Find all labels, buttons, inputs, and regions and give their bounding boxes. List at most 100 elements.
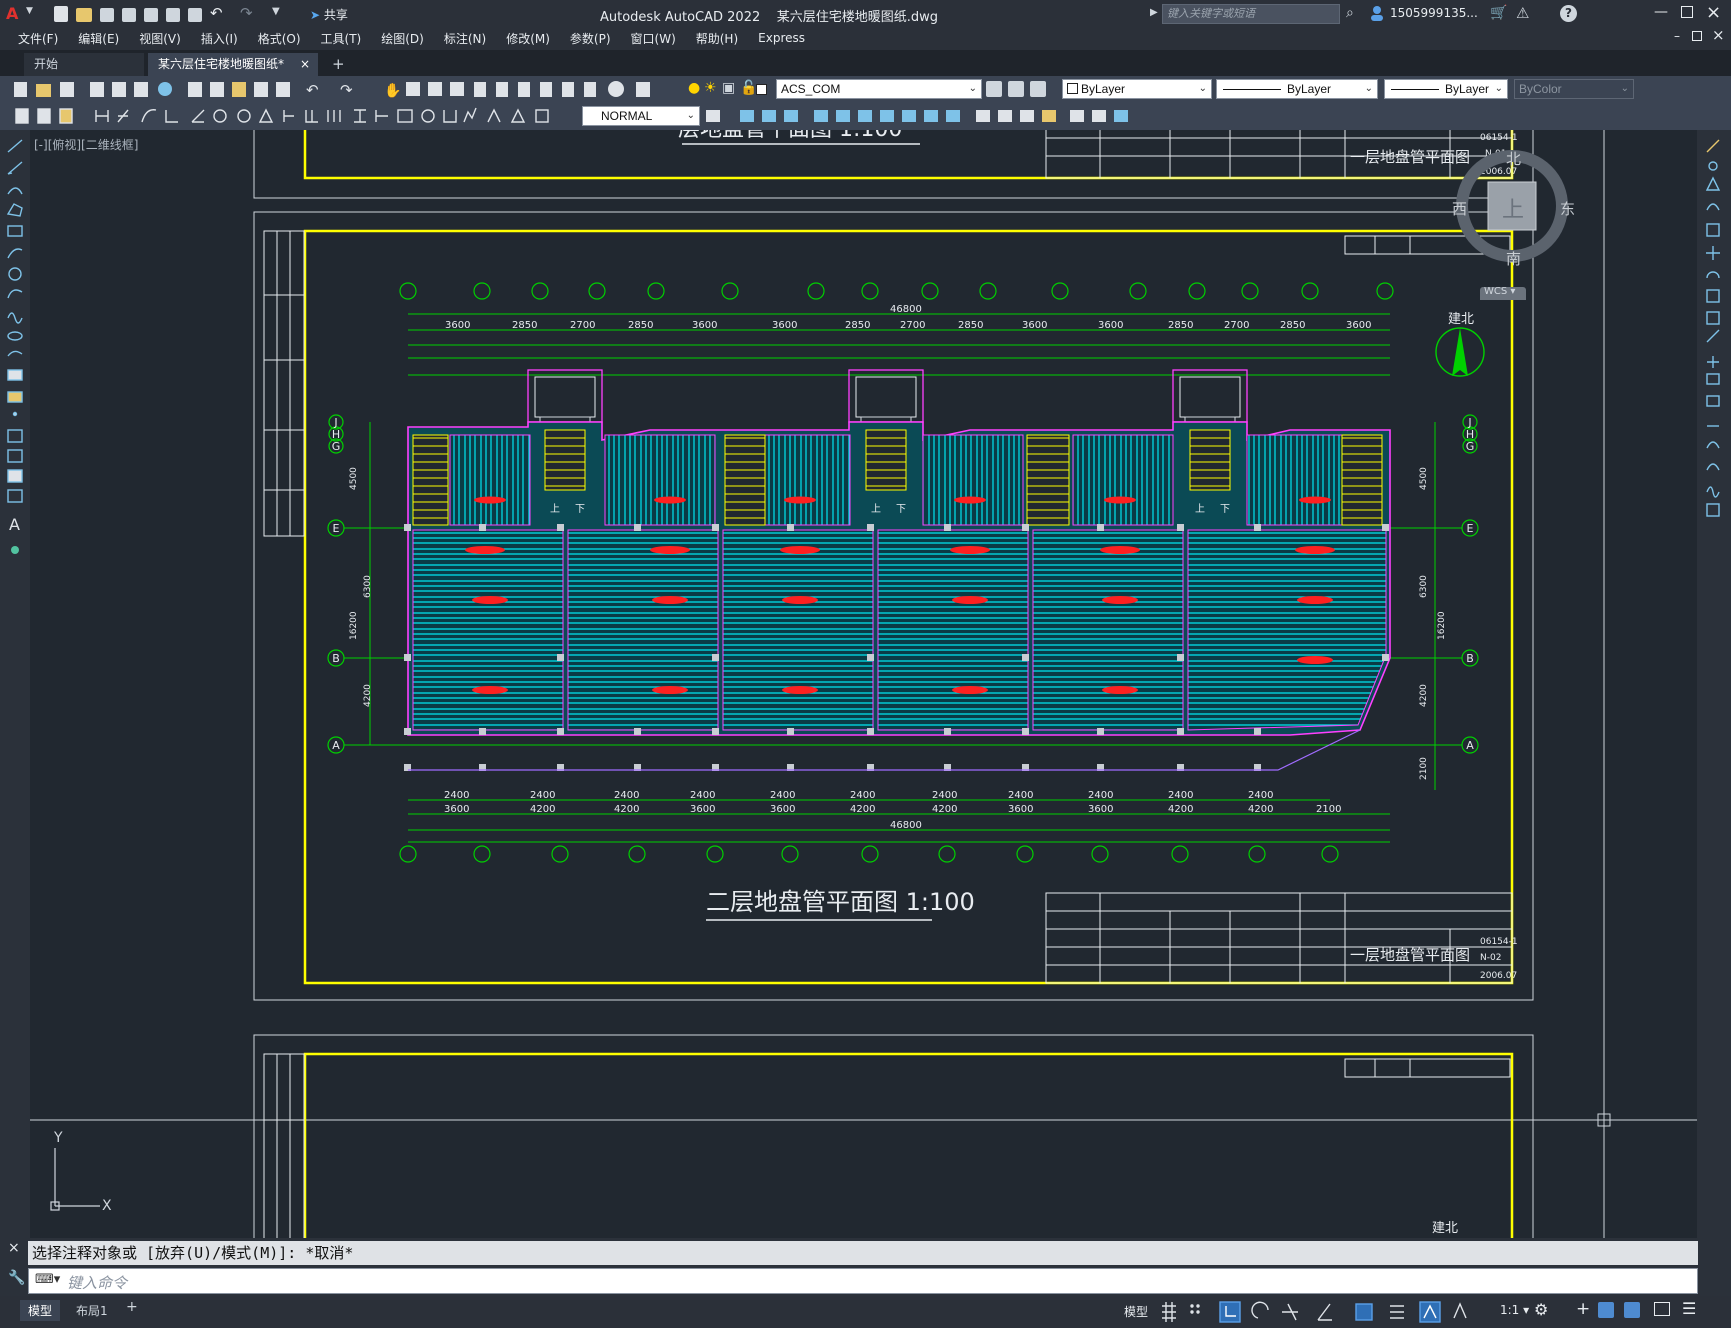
viewcube-east[interactable]: 东 [1560, 198, 1575, 219]
tab-start[interactable]: 开始 [24, 53, 144, 76]
cart-icon[interactable]: 🛒 [1490, 5, 1507, 21]
color-dropdown[interactable]: ByLayer ⌄ [1062, 79, 1212, 99]
help-button[interactable]: ? [1560, 5, 1577, 22]
layer-tools-icons[interactable] [986, 81, 1046, 99]
draw-tools-icons[interactable]: A [0, 130, 30, 590]
new-tab-button[interactable]: + [322, 53, 346, 76]
clean-screen-icon[interactable] [1654, 1302, 1670, 1316]
new-file-icon[interactable] [54, 6, 68, 22]
search-input[interactable]: 键入关键字或短语 [1162, 4, 1340, 24]
layer-state-icons[interactable]: ● ☀ ▣ 🔓 [686, 80, 767, 100]
redo-icon[interactable]: ↷ [240, 4, 253, 22]
menu-help[interactable]: 帮助(H) [696, 30, 738, 47]
user-account-button[interactable]: 1505999135... [1390, 6, 1478, 20]
svg-text:3600: 3600 [1022, 320, 1047, 331]
user-icon[interactable] [1370, 5, 1384, 21]
open-web-icon[interactable] [144, 8, 158, 22]
svg-text:B: B [332, 652, 340, 665]
dimstyle-dropdown[interactable]: NORMAL ⌄ [582, 106, 700, 126]
dimension-toolbar-icons[interactable] [6, 103, 576, 130]
menu-view[interactable]: 视图(V) [139, 30, 181, 47]
layout-tab-layout1[interactable]: 布局1 [68, 1300, 116, 1321]
wcs-menu[interactable]: WCS ▾ [1484, 286, 1515, 297]
customize-qat-icon[interactable]: ▼ [272, 6, 280, 17]
menu-window[interactable]: 窗口(W) [631, 30, 676, 47]
viewcube-south[interactable]: 南 [1506, 248, 1521, 269]
tab-close-icon[interactable]: × [300, 53, 310, 76]
svg-text:4200: 4200 [1248, 804, 1273, 815]
isolate-objects-icon[interactable] [1598, 1302, 1614, 1318]
svg-text:6300: 6300 [1419, 575, 1429, 598]
close-icon[interactable]: × [1706, 2, 1721, 23]
window-title: Autodesk AutoCAD 2022 某六层住宅楼地暖图纸.dwg [600, 6, 938, 25]
share-icon: ➤ [310, 8, 321, 22]
tab-drawing[interactable]: 某六层住宅楼地暖图纸* × [148, 53, 318, 76]
menu-dimension[interactable]: 标注(N) [444, 30, 486, 47]
menu-format[interactable]: 格式(O) [258, 30, 301, 47]
plotstyle-value: ByColor [1519, 82, 1562, 96]
svg-text:3600: 3600 [1008, 804, 1033, 815]
menu-file[interactable]: 文件(F) [18, 30, 58, 47]
minimize-icon[interactable]: — [1654, 4, 1668, 20]
annotation-scale[interactable]: 1:1 ▾ [1500, 1303, 1529, 1317]
svg-text:2400: 2400 [444, 790, 469, 801]
model-space-button[interactable]: 模型 [1124, 1303, 1148, 1320]
standard-toolbar-icons[interactable]: ↶ ↷ ✋ [6, 76, 676, 103]
save-web-icon[interactable] [166, 8, 180, 22]
workspace-gear-icon[interactable]: ⚙ [1534, 1300, 1548, 1319]
svg-text:16200: 16200 [349, 611, 359, 640]
draw-tool-palette: A [0, 130, 30, 1238]
plotstyle-dropdown[interactable]: ByColor ⌄ [1514, 79, 1634, 99]
menu-parameter[interactable]: 参数(P) [570, 30, 611, 47]
customize-menu-icon[interactable]: ☰ [1682, 1299, 1696, 1318]
command-prompt-icon[interactable]: ⌨▾ [35, 1272, 60, 1287]
viewcube-top-face[interactable]: 上 [1502, 192, 1524, 224]
open-file-icon[interactable] [76, 8, 92, 22]
doc-minimize-icon[interactable]: – [1674, 29, 1680, 43]
status-toggle-icons[interactable] [1158, 1296, 1731, 1328]
add-icon[interactable]: + [1576, 1299, 1590, 1319]
viewcube[interactable]: 北 南 西 东 上 WCS ▾ [1448, 140, 1578, 303]
share-button[interactable]: ➤ 共享 [310, 6, 348, 23]
autocad-logo-icon[interactable]: A [6, 6, 22, 22]
search-icon[interactable]: ⌕ [1346, 5, 1354, 21]
lineweight-dropdown[interactable]: ByLayer ⌄ [1384, 79, 1508, 99]
svg-text:4200: 4200 [850, 804, 875, 815]
menu-tools[interactable]: 工具(T) [321, 30, 362, 47]
viewcube-north[interactable]: 北 [1506, 148, 1521, 169]
hardware-acceleration-icon[interactable] [1624, 1302, 1640, 1318]
undo-icon[interactable]: ↶ [210, 4, 223, 22]
menu-draw[interactable]: 绘图(D) [381, 30, 424, 47]
viewcube-west[interactable]: 西 [1452, 198, 1467, 219]
menu-edit[interactable]: 编辑(E) [78, 30, 119, 47]
maximize-icon[interactable] [1681, 6, 1693, 18]
modify-tools-icons[interactable] [1697, 130, 1731, 560]
menu-modify[interactable]: 修改(M) [506, 30, 550, 47]
tab-drawing-label: 某六层住宅楼地暖图纸* [158, 57, 285, 71]
save-icon[interactable] [100, 8, 114, 22]
app-menu-chevron-icon[interactable]: ▼ [26, 6, 33, 16]
quick-access-toolbar: ↶ ↷ ▼ [50, 4, 300, 24]
svg-text:4200: 4200 [932, 804, 957, 815]
save-as-icon[interactable] [122, 8, 136, 22]
doc-restore-icon[interactable] [1692, 31, 1702, 41]
linetype-dropdown[interactable]: ByLayer ⌄ [1216, 79, 1378, 99]
autodesk-app-icon[interactable]: ⚠ [1516, 4, 1529, 22]
command-input[interactable]: ⌨▾ 键入命令 [28, 1268, 1698, 1294]
command-close-icon[interactable]: × [8, 1240, 20, 1256]
drawing-canvas[interactable]: [-][俯视][二维线框] 层地盘管平面图 1:100 一层地盘管平面图 N-0… [30, 130, 1697, 1238]
search-expand-icon[interactable]: ▶ [1150, 7, 1158, 18]
text-tool-icon[interactable]: A [9, 515, 20, 534]
menu-insert[interactable]: 插入(I) [201, 30, 238, 47]
doc-close-icon[interactable]: × [1712, 26, 1725, 44]
command-settings-icon[interactable]: 🔧 [8, 1270, 25, 1286]
main-date: 2006.07 [1480, 971, 1517, 981]
layer-dropdown[interactable]: ACS_COM ⌄ [776, 79, 982, 99]
modify-toolbar-icons[interactable] [704, 103, 1224, 130]
chevron-down-icon: ▾ [1510, 286, 1516, 297]
add-layout-button[interactable]: + [126, 1299, 138, 1315]
layout-tab-model[interactable]: 模型 [20, 1300, 61, 1321]
plot-icon[interactable] [188, 8, 202, 22]
dimstyle-value: NORMAL [601, 109, 653, 123]
menu-express[interactable]: Express [758, 31, 805, 45]
